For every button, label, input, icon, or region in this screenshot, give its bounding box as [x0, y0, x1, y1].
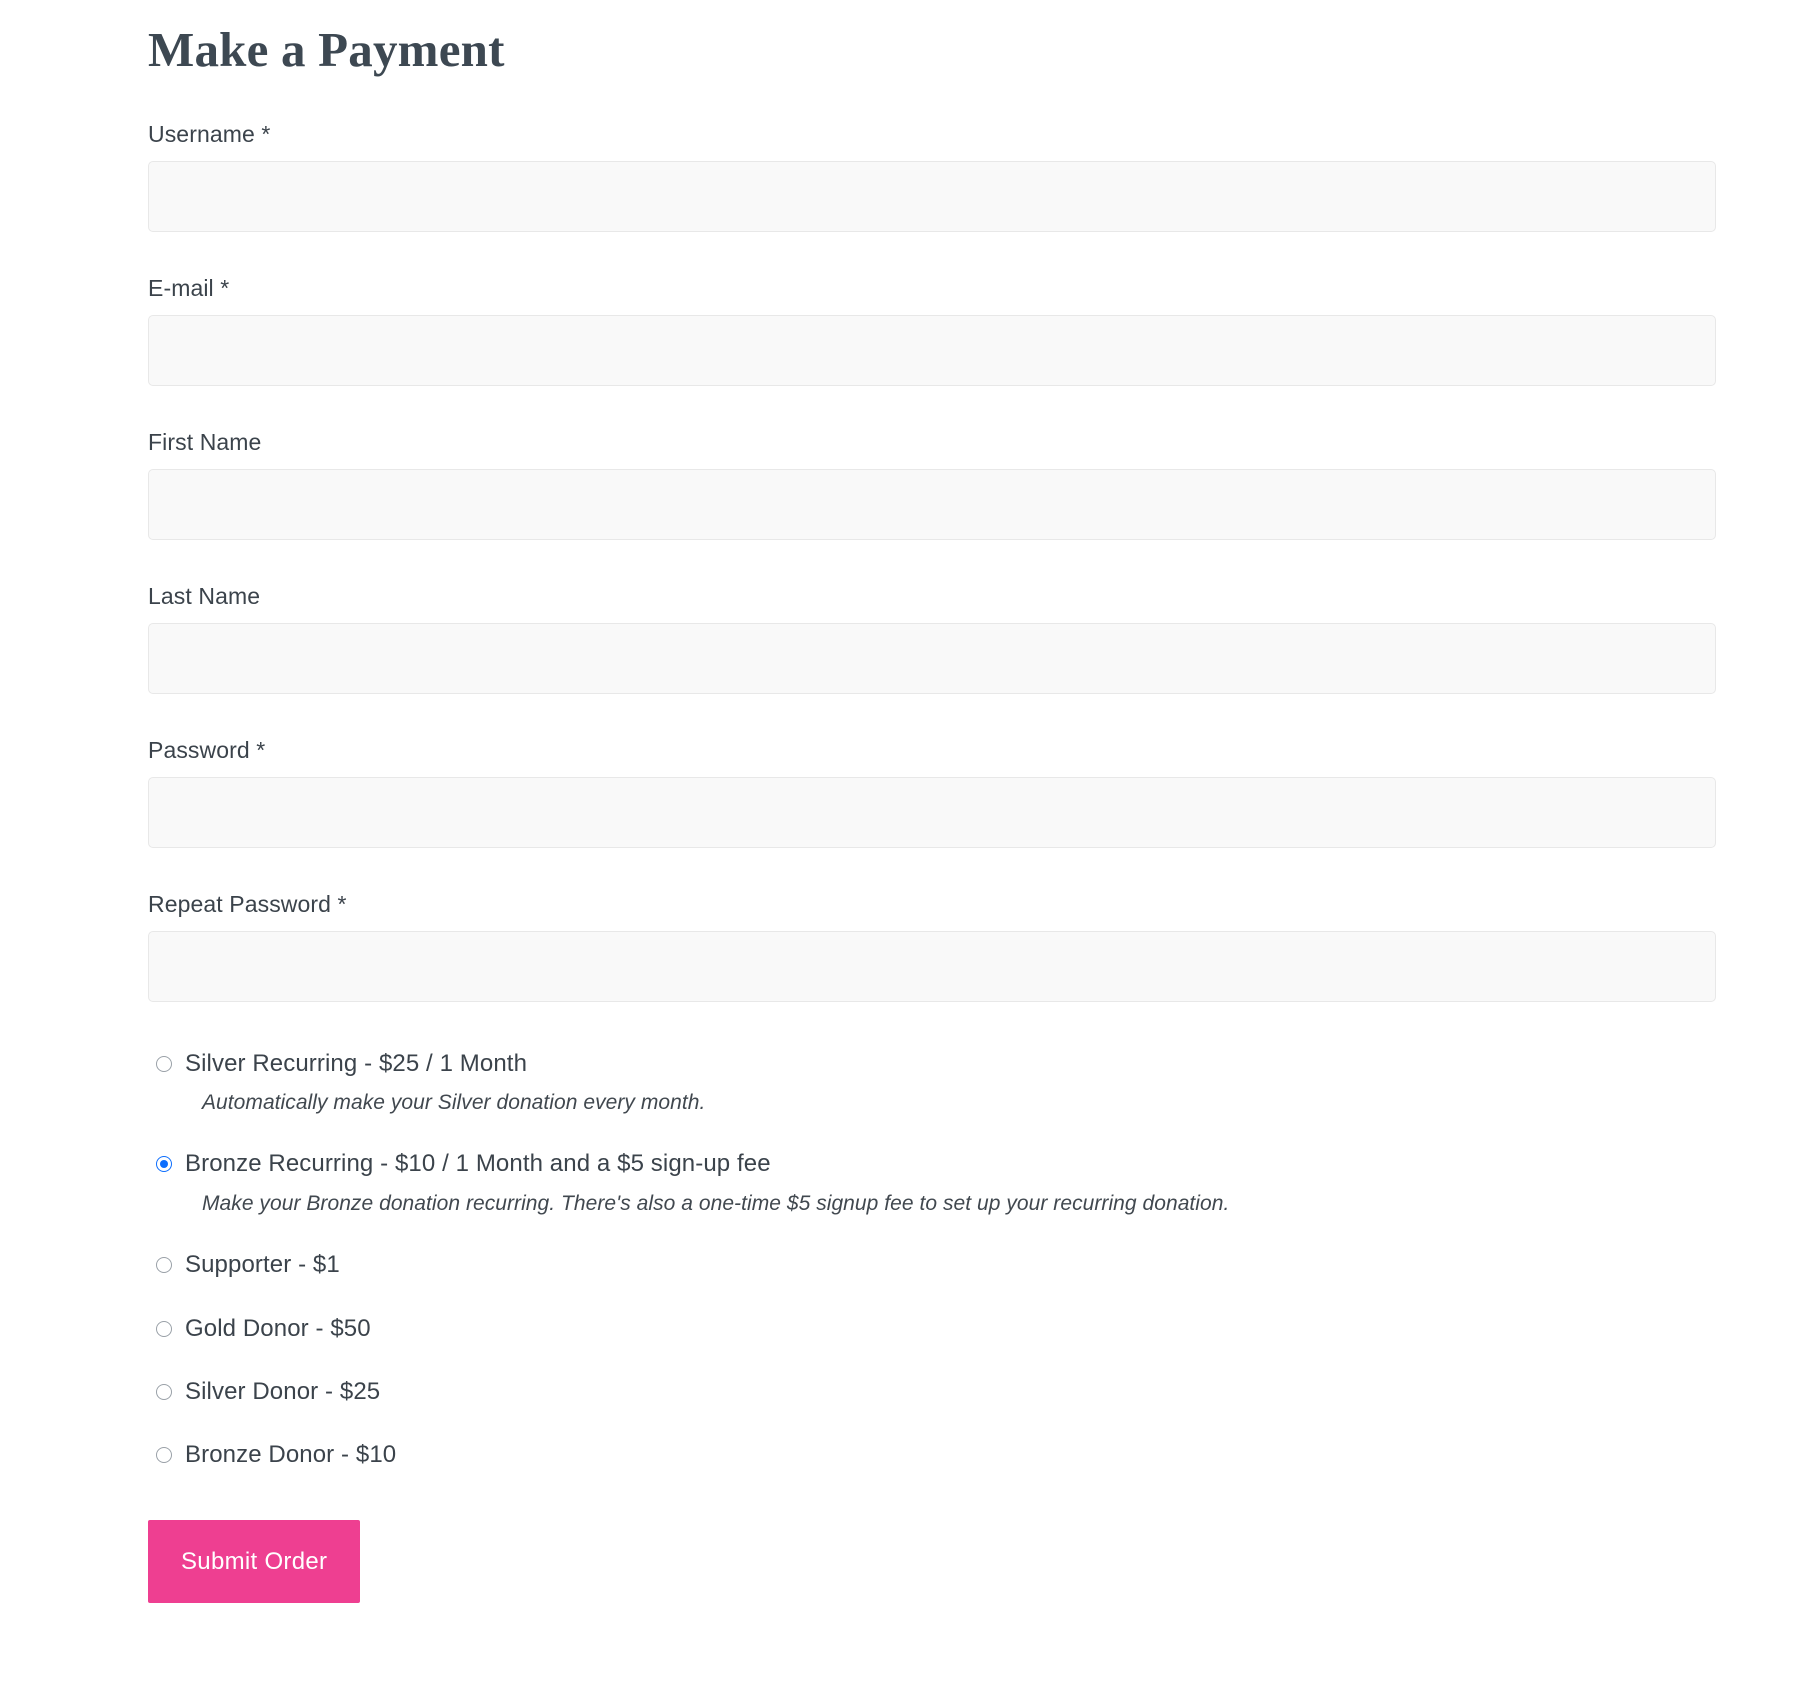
field-block-email-field: E-mail * — [148, 274, 1716, 387]
form-fields: Username * E-mail * First Name Last Name Pas… — [148, 120, 1716, 1002]
plan-option-row[interactable]: Gold Donor - $50 — [156, 1313, 1716, 1345]
plan-radio-0[interactable] — [156, 1055, 172, 1072]
field-block-password-field: Password * — [148, 736, 1716, 848]
plan-option-row[interactable]: Bronze Donor - $10 — [156, 1439, 1716, 1471]
plan-radio-5[interactable] — [156, 1447, 172, 1464]
plan-radio-2[interactable] — [156, 1257, 172, 1274]
plan-option: Bronze Donor - $10 — [148, 1439, 1716, 1471]
username-field[interactable] — [148, 161, 1716, 233]
last-name-field-label: Last Name — [148, 583, 261, 610]
password-field[interactable] — [148, 776, 1716, 848]
plan-radio-group: Silver Recurring - $25 / 1 Month Automati… — [148, 1048, 1716, 1472]
page-title: Make a Payment — [148, 22, 505, 77]
password-field-label: Password * — [148, 736, 266, 763]
plan-label-2[interactable]: Supporter - $1 — [185, 1249, 340, 1281]
payment-form: Make a Payment Username * E-mail * First N… — [148, 0, 1716, 1698]
plan-description-0: Automatically make your Silver donation … — [202, 1091, 706, 1115]
plan-description-1: Make your Bronze donation recurring. The… — [202, 1191, 1230, 1215]
plan-label-3[interactable]: Gold Donor - $50 — [185, 1313, 371, 1345]
plan-label-5[interactable]: Bronze Donor - $10 — [185, 1439, 396, 1471]
plan-option: Supporter - $1 — [148, 1249, 1716, 1281]
plan-option: Silver Donor - $25 — [148, 1376, 1716, 1408]
field-block-last-name-field: Last Name — [148, 582, 1716, 694]
field-block-username-field: Username * — [148, 120, 1716, 233]
repeat-password-field-label: Repeat Password * — [148, 890, 347, 917]
plan-label-4[interactable]: Silver Donor - $25 — [185, 1376, 380, 1408]
plan-option: Bronze Recurring - $10 / 1 Month and a $… — [148, 1148, 1716, 1218]
plan-label-1[interactable]: Bronze Recurring - $10 / 1 Month and a $… — [185, 1148, 771, 1180]
first-name-field[interactable] — [148, 469, 1716, 541]
username-field-label: Username * — [148, 121, 271, 148]
plan-radio-1[interactable] — [156, 1156, 172, 1173]
payment-page: Make a Payment Username * E-mail * First N… — [0, 0, 1804, 1698]
plan-option: Gold Donor - $50 — [148, 1313, 1716, 1345]
email-field[interactable] — [148, 315, 1716, 387]
plan-option-row[interactable]: Supporter - $1 — [156, 1249, 1716, 1281]
plan-option-row[interactable]: Bronze Recurring - $10 / 1 Month and a $… — [156, 1148, 1716, 1180]
plan-label-0[interactable]: Silver Recurring - $25 / 1 Month — [185, 1048, 527, 1080]
field-block-repeat-password-field: Repeat Password * — [148, 890, 1716, 1002]
repeat-password-field[interactable] — [148, 930, 1716, 1002]
submit-order-button[interactable]: Submit Order — [148, 1519, 361, 1603]
submit-row: Submit Order — [148, 1519, 1716, 1698]
first-name-field-label: First Name — [148, 429, 262, 456]
plan-radio-4[interactable] — [156, 1384, 172, 1401]
plan-option-row[interactable]: Silver Donor - $25 — [156, 1376, 1716, 1408]
plan-radio-3[interactable] — [156, 1320, 172, 1337]
plan-option: Silver Recurring - $25 / 1 Month Automati… — [148, 1048, 1716, 1118]
field-block-first-name-field: First Name — [148, 428, 1716, 541]
last-name-field[interactable] — [148, 622, 1716, 694]
plan-option-row[interactable]: Silver Recurring - $25 / 1 Month — [156, 1048, 1716, 1080]
email-field-label: E-mail * — [148, 275, 230, 302]
